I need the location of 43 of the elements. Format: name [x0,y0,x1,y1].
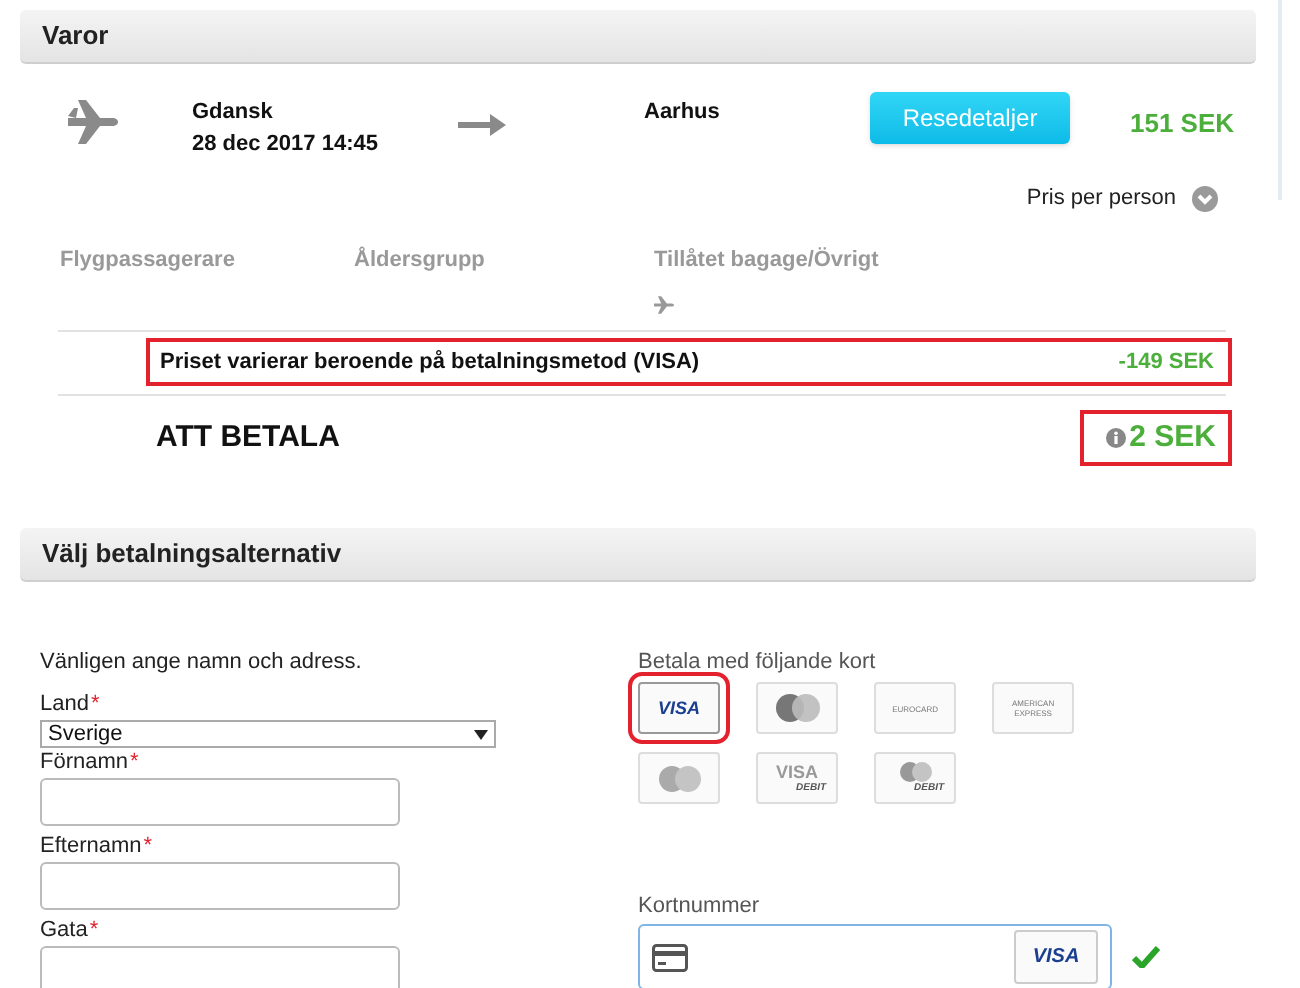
card-brand-badge: VISA [1014,930,1099,984]
field-label: Kortnummer [638,892,762,920]
arrow-icon [458,114,506,136]
cards-label: Betala med följande kort [638,648,878,676]
country-select[interactable]: Sverige [40,720,496,748]
airplane-icon [654,296,674,314]
overlapping-circles-icon [775,694,820,722]
card-option[interactable] [638,752,721,804]
field-label: Förnamn [40,750,129,776]
total-label: ATT BETALA [156,417,340,458]
field-label: Efternamn [40,834,142,860]
departure-date: 28 dec 2017 14:45 [192,130,380,160]
field-label: Gata [40,918,88,944]
text-input[interactable] [40,946,400,988]
origin-city: Gdansk [192,98,275,128]
required-mark: * [143,834,153,860]
dropdown-arrow-icon [474,729,488,739]
text-input[interactable] [40,778,400,826]
required-mark: * [89,918,99,944]
price-note: Pris per person [1026,184,1176,214]
text-input[interactable] [40,862,400,910]
required-mark: * [90,692,100,718]
adjustment-amount: -149 SEK [1118,347,1214,378]
field-label: Land [40,692,89,718]
column-header: Åldersgrupp [354,244,487,275]
column-header: Flygpassagerare [60,245,237,275]
flight-price: 151 SEK [1130,106,1235,142]
section-header: Välj betalningsalternativ [20,528,1256,582]
overlapping-circles-icon [895,762,936,782]
column-header: Tillåtet bagage/Övrigt [654,245,881,275]
total-amount: 2 SEK [1129,417,1216,458]
required-mark: * [130,750,139,776]
overlapping-circles-icon [655,765,704,791]
adjustment-text: Priset varierar beroende på betalningsmetod (VISA) [160,347,700,378]
airplane-icon [68,100,118,144]
chevron-down-icon[interactable] [1192,185,1218,212]
credit-card-icon [652,943,689,971]
card-option[interactable] [756,682,839,734]
info-icon [1105,428,1126,448]
section-header: Varor [20,10,1256,64]
destination-city: Aarhus [644,98,722,128]
card-number-field[interactable]: VISA [638,924,1113,988]
form-intro: Vänligen ange namn och adress. [40,648,364,676]
